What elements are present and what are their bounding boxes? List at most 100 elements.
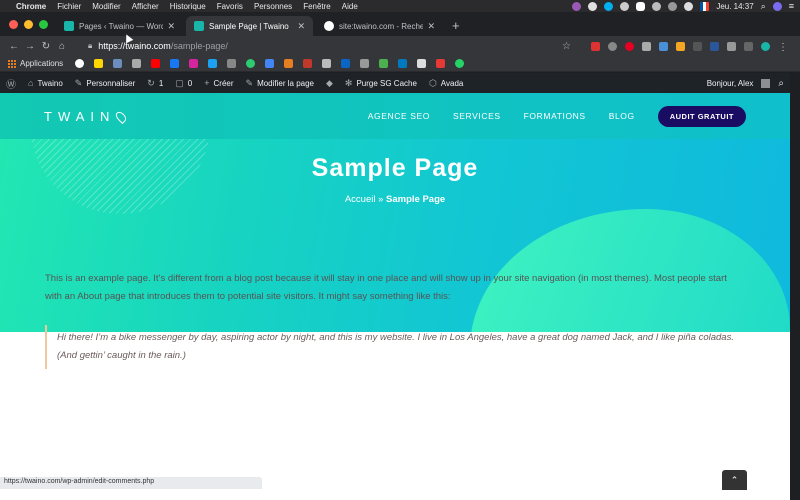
nav-formations[interactable]: FORMATIONS bbox=[524, 111, 586, 121]
avada-icon: ⬡ bbox=[428, 77, 437, 88]
audit-gratuit-button[interactable]: AUDIT GRATUIT bbox=[657, 105, 746, 127]
close-tab-icon[interactable]: ✕ bbox=[167, 21, 175, 32]
new-tab-button[interactable]: + bbox=[446, 16, 466, 36]
wp-purge-cache-link[interactable]: ✻ Purge SG Cache bbox=[345, 78, 417, 89]
site-logo[interactable]: TWAIN bbox=[44, 109, 129, 125]
wp-user-area: Bonjour, Alex ⌕ bbox=[707, 78, 784, 89]
menu-personnes[interactable]: Personnes bbox=[254, 2, 292, 11]
bookmark-icon[interactable] bbox=[265, 59, 275, 68]
twitter-bookmark-icon[interactable] bbox=[208, 59, 218, 68]
menu-historique[interactable]: Historique bbox=[170, 2, 206, 11]
extension-icon[interactable] bbox=[693, 41, 702, 51]
lock-icon[interactable] bbox=[620, 1, 630, 11]
google-bookmark-icon[interactable] bbox=[75, 59, 85, 68]
pinterest-icon[interactable] bbox=[625, 41, 634, 51]
zoom-window-button[interactable] bbox=[39, 19, 48, 29]
timer-icon[interactable] bbox=[588, 1, 598, 11]
extension-icon[interactable] bbox=[642, 41, 651, 51]
menu-app-name[interactable]: Chrome bbox=[16, 2, 46, 11]
extension-icon[interactable] bbox=[608, 41, 617, 51]
bookmark-icon[interactable] bbox=[132, 59, 142, 68]
close-tab-icon[interactable]: ✕ bbox=[427, 21, 435, 32]
wp-new-content-link[interactable]: + Créer bbox=[204, 78, 233, 88]
menu-favoris[interactable]: Favoris bbox=[217, 2, 243, 11]
bookmarks-bar: Applications bbox=[0, 56, 800, 72]
wp-site-link[interactable]: ⌂ Twaino bbox=[28, 78, 63, 88]
wp-updates-link[interactable]: ↻ 1 bbox=[147, 78, 163, 89]
wp-avada-link[interactable]: ⬡ Avada bbox=[429, 78, 463, 89]
menu-afficher[interactable]: Afficher bbox=[132, 2, 159, 11]
scroll-to-top-button[interactable]: ⌃ bbox=[722, 470, 747, 490]
bookmark-icon[interactable] bbox=[322, 59, 332, 68]
bookmark-icon[interactable] bbox=[284, 59, 294, 68]
extension-icon[interactable] bbox=[744, 41, 753, 51]
status-bar-url: https://twaino.com/wp-admin/edit-comment… bbox=[0, 477, 262, 489]
tab-title: Pages ‹ Twaino — WordPress bbox=[79, 21, 164, 31]
wifi-icon[interactable] bbox=[684, 1, 694, 11]
breadcrumb-home[interactable]: Accueil bbox=[345, 194, 376, 205]
padlock-icon[interactable]: 🔒︎ bbox=[88, 41, 92, 51]
menu-aide[interactable]: Aide bbox=[342, 2, 358, 11]
chrome-menu-icon[interactable]: ⋮ bbox=[778, 42, 788, 53]
close-window-button[interactable] bbox=[9, 19, 18, 29]
mail-bookmark-icon[interactable] bbox=[113, 59, 123, 68]
word-icon[interactable] bbox=[710, 41, 719, 51]
tab-sample-page[interactable]: Sample Page | Twaino ✕ bbox=[186, 16, 313, 36]
bookmark-icon[interactable] bbox=[94, 59, 104, 68]
minimize-window-button[interactable] bbox=[24, 19, 33, 29]
menu-modifier[interactable]: Modifier bbox=[92, 2, 120, 11]
home-icon[interactable]: ⌂ bbox=[54, 41, 70, 52]
bookmark-icon[interactable] bbox=[417, 59, 427, 68]
wp-plugin-shield-icon[interactable]: ◆ bbox=[326, 78, 333, 89]
reload-icon[interactable]: ↻ bbox=[38, 41, 54, 52]
bookmark-apps[interactable]: Applications bbox=[8, 59, 63, 68]
bookmark-icon[interactable] bbox=[227, 59, 237, 68]
whatsapp-bookmark-icon[interactable] bbox=[455, 59, 465, 68]
skype-icon[interactable] bbox=[604, 1, 614, 11]
wp-edit-page-link[interactable]: ✎ Modifier la page bbox=[246, 78, 314, 89]
extension-icon[interactable] bbox=[727, 41, 736, 51]
nav-blog[interactable]: BLOG bbox=[609, 111, 635, 121]
instagram-bookmark-icon[interactable] bbox=[189, 59, 199, 68]
back-icon[interactable]: ← bbox=[6, 41, 22, 52]
extension-icon[interactable] bbox=[591, 41, 600, 51]
status-app-icon[interactable] bbox=[572, 1, 582, 11]
wp-logo-icon[interactable]: Ⓦ bbox=[6, 76, 16, 91]
facebook-bookmark-icon[interactable] bbox=[170, 59, 180, 68]
wp-user-greeting[interactable]: Bonjour, Alex bbox=[707, 79, 754, 88]
tab-wordpress-pages[interactable]: Pages ‹ Twaino — WordPress ✕ bbox=[56, 16, 183, 36]
forward-icon[interactable]: → bbox=[22, 41, 38, 52]
menu-fichier[interactable]: Fichier bbox=[57, 2, 81, 11]
bookmark-icon[interactable] bbox=[379, 59, 389, 68]
nav-services[interactable]: SERVICES bbox=[453, 111, 501, 121]
search-icon[interactable]: ⌕ bbox=[778, 78, 784, 89]
bookmark-icon[interactable] bbox=[436, 59, 446, 68]
bookmark-icon[interactable] bbox=[360, 59, 370, 68]
spotlight-search-icon[interactable]: ⌕ bbox=[761, 1, 766, 12]
tab-google-search[interactable]: site:twaino.com - Recherche G ✕ bbox=[316, 16, 443, 36]
wp-comments-link[interactable]: ▢ 0 bbox=[175, 78, 192, 89]
pen-icon[interactable] bbox=[676, 41, 685, 51]
extension-icon[interactable] bbox=[659, 41, 668, 51]
flag-fr-icon[interactable] bbox=[700, 1, 710, 11]
wp-customize-link[interactable]: ✎ Personnaliser bbox=[75, 78, 135, 89]
youtube-bookmark-icon[interactable] bbox=[151, 59, 161, 68]
bookmark-icon[interactable] bbox=[303, 59, 313, 68]
close-tab-icon[interactable]: ✕ bbox=[297, 21, 305, 32]
cast-icon[interactable] bbox=[652, 1, 662, 11]
page-scrollbar[interactable] bbox=[790, 93, 800, 500]
notification-center-icon[interactable]: ≡ bbox=[789, 1, 794, 11]
menu-clock[interactable]: Jeu. 14:37 bbox=[716, 2, 753, 11]
menu-fenetre[interactable]: Fenêtre bbox=[303, 2, 331, 11]
battery-icon[interactable] bbox=[668, 1, 678, 11]
trello-bookmark-icon[interactable] bbox=[398, 59, 408, 68]
linkedin-bookmark-icon[interactable] bbox=[341, 59, 351, 68]
nav-agence-seo[interactable]: AGENCE SEO bbox=[368, 111, 430, 121]
cloud-icon[interactable] bbox=[636, 1, 646, 11]
profile-avatar-icon[interactable] bbox=[761, 41, 770, 51]
address-bar[interactable]: 🔒︎ https://twaino.com/sample-page/ ☆ bbox=[82, 38, 577, 54]
bookmark-star-icon[interactable]: ☆ bbox=[562, 41, 571, 52]
siri-icon[interactable] bbox=[772, 1, 782, 11]
bookmark-icon[interactable] bbox=[246, 59, 256, 68]
avatar[interactable] bbox=[761, 78, 771, 88]
